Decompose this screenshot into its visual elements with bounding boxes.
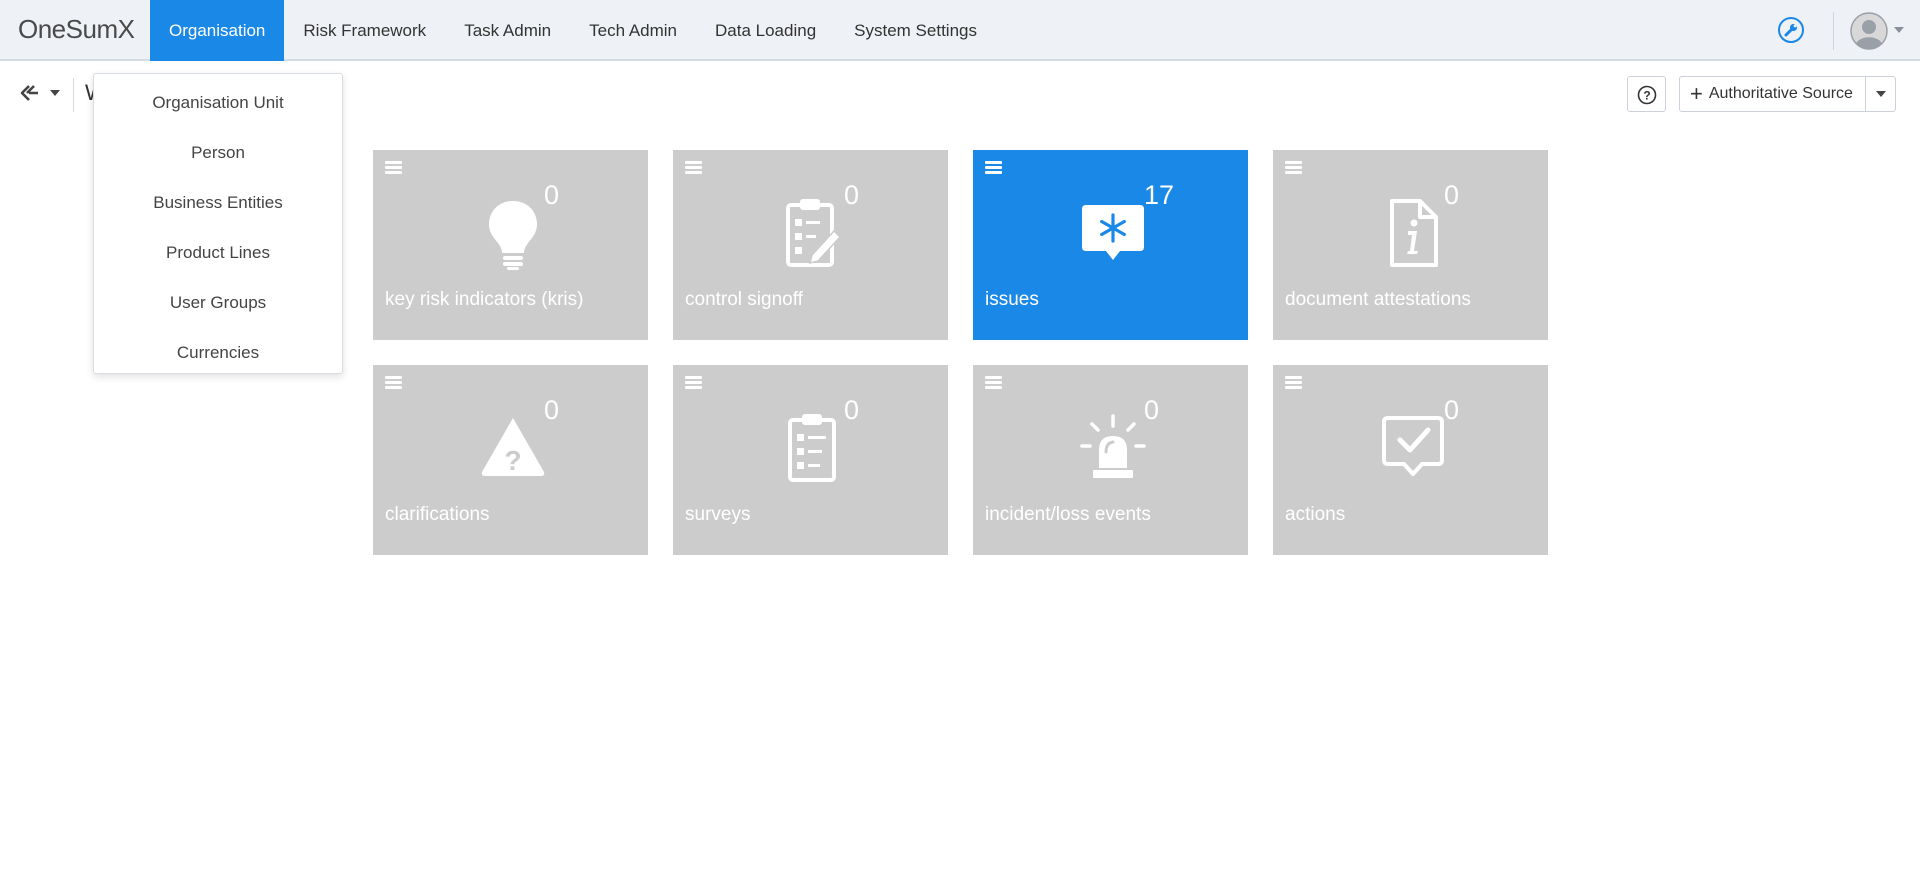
tile-surveys[interactable]: 0 surveys [673, 365, 948, 555]
back-menu-chevron-icon[interactable] [50, 90, 60, 96]
nav-organisation[interactable]: Organisation [150, 0, 285, 61]
app-logo[interactable]: OneSumX [18, 14, 135, 45]
tile-key-risk-indicators[interactable]: 0 key risk indicators (kris) [373, 150, 648, 340]
chevron-down-icon[interactable] [1894, 27, 1904, 33]
back-arrow-icon[interactable] [20, 84, 42, 102]
tile-menu-icon[interactable] [1285, 376, 1302, 390]
lightbulb-icon [489, 201, 537, 270]
authoritative-source-group: + Authoritative Source [1679, 76, 1896, 112]
nav-risk-framework[interactable]: Risk Framework [284, 0, 445, 61]
tile-label: document attestations [1285, 289, 1471, 310]
tile-label: issues [985, 289, 1039, 310]
authoritative-source-dropdown-button[interactable] [1864, 77, 1895, 111]
svg-text:?: ? [504, 445, 521, 476]
nav-tech-admin[interactable]: Tech Admin [570, 0, 696, 61]
warning-question-icon: ? [481, 418, 545, 476]
tile-control-signoff[interactable]: 0 control signoff [673, 150, 948, 340]
question-circle-icon: ? [1637, 85, 1657, 105]
tile-label: key risk indicators (kris) [385, 289, 584, 310]
tile-menu-icon[interactable] [685, 161, 702, 175]
clipboard-edit-icon [786, 199, 842, 267]
avatar-icon[interactable] [1850, 12, 1888, 50]
plus-icon: + [1690, 81, 1703, 106]
header-divider [1833, 12, 1834, 50]
menu-item-product-lines[interactable]: Product Lines [94, 228, 342, 278]
add-authoritative-source-button[interactable]: + Authoritative Source [1680, 77, 1865, 111]
top-navbar: OneSumX Organisation Risk Framework Task… [0, 0, 1920, 61]
organisation-dropdown-menu: Organisation Unit Person Business Entiti… [93, 73, 343, 374]
tile-label: actions [1285, 504, 1346, 525]
tile-menu-icon[interactable] [985, 376, 1002, 390]
menu-item-business-entities[interactable]: Business Entities [94, 178, 342, 228]
nav-task-admin[interactable]: Task Admin [445, 0, 570, 61]
tile-actions[interactable]: 0 actions [1273, 365, 1548, 555]
menu-item-user-groups[interactable]: User Groups [94, 278, 342, 328]
svg-text:?: ? [1643, 89, 1650, 103]
tile-incident-loss-events[interactable]: 0 incident/loss events [973, 365, 1248, 555]
alarm-light-icon [1080, 414, 1146, 478]
clipboard-list-icon [788, 414, 836, 482]
chat-asterisk-icon [1082, 205, 1144, 260]
menu-item-person[interactable]: Person [94, 128, 342, 178]
tile-label: incident/loss events [985, 504, 1151, 525]
nav-system-settings[interactable]: System Settings [835, 0, 996, 61]
help-button[interactable]: ? [1627, 76, 1666, 112]
tile-menu-icon[interactable] [985, 161, 1002, 175]
tile-clarifications[interactable]: 0 ? clarifications [373, 365, 648, 555]
chevron-down-icon [1875, 91, 1886, 97]
tile-menu-icon[interactable] [1285, 161, 1302, 175]
tile-count: 17 [1144, 180, 1175, 210]
authoritative-source-label: Authoritative Source [1708, 85, 1853, 102]
document-info-icon [1390, 199, 1438, 267]
tile-document-attestations[interactable]: 0 document attestations [1273, 150, 1548, 340]
nav-data-loading[interactable]: Data Loading [696, 0, 835, 61]
tile-issues[interactable]: 17 issues [973, 150, 1248, 340]
menu-item-currencies[interactable]: Currencies [94, 328, 342, 378]
wrench-icon[interactable] [1778, 17, 1804, 43]
main-nav: Organisation Risk Framework Task Admin T… [150, 0, 996, 61]
toolbar-divider [73, 78, 74, 112]
tile-label: surveys [685, 504, 751, 525]
tile-label: control signoff [685, 289, 803, 310]
tile-menu-icon[interactable] [385, 376, 402, 390]
tile-label: clarifications [385, 504, 490, 525]
menu-item-organisation-unit[interactable]: Organisation Unit [94, 78, 342, 128]
chat-check-icon [1382, 416, 1444, 476]
tile-menu-icon[interactable] [685, 376, 702, 390]
tile-menu-icon[interactable] [385, 161, 402, 175]
